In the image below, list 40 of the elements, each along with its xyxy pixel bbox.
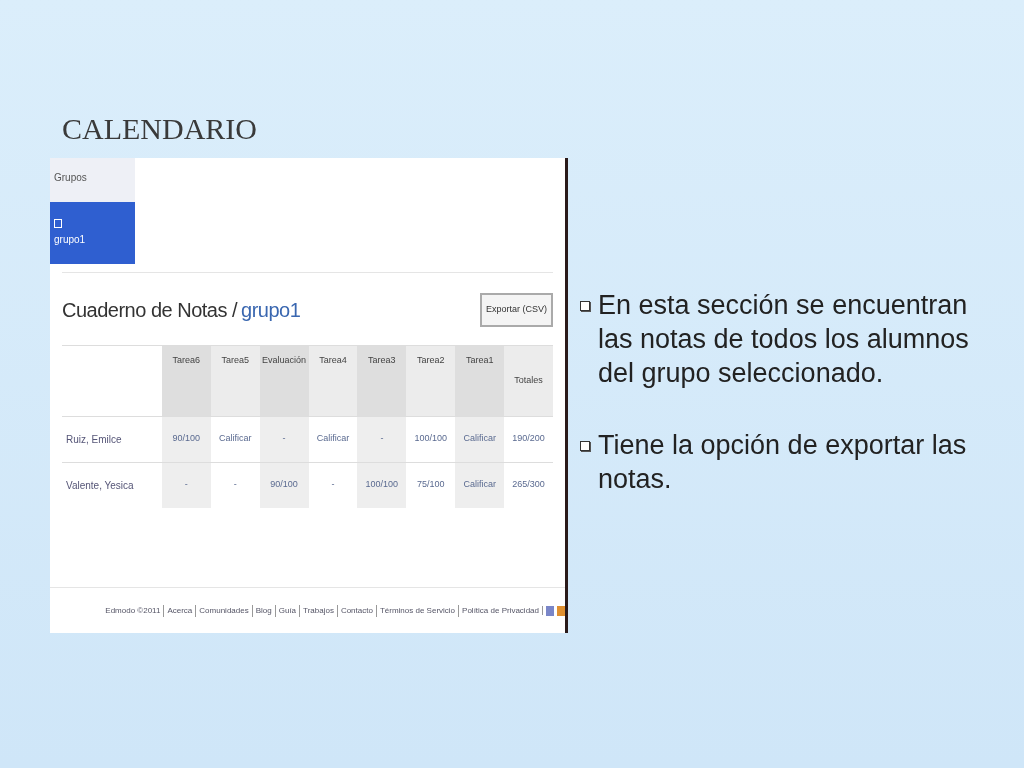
grade-cell: 100/100 (357, 462, 407, 508)
footer-link[interactable]: Blog (251, 604, 272, 617)
footer-link[interactable]: Política de Privacidad (458, 604, 539, 617)
grade-cell: - (161, 462, 211, 508)
grade-cell: - (259, 416, 309, 462)
footer-link[interactable]: Contacto (336, 604, 373, 617)
footer-link[interactable]: Trabajos (299, 604, 334, 617)
column-header: Tarea5 (210, 345, 260, 416)
grade-cell: 90/100 (161, 416, 211, 462)
footer-link[interactable]: Edmodo ©2011 (105, 604, 161, 617)
bullet-icon (580, 441, 590, 451)
sidebar-item[interactable]: grupo1 (50, 202, 135, 264)
footer-link[interactable]: Términos de Servicio (375, 604, 456, 617)
grade-cell: Calificar (455, 416, 505, 462)
group-link[interactable]: grupo1 (241, 294, 301, 325)
footer-link[interactable]: Guía (274, 604, 297, 617)
column-header: Tarea1 (455, 345, 505, 416)
page-title: Cuaderno de Notas / (62, 297, 238, 323)
student-name: Ruiz, Emilce (65, 432, 123, 447)
bullet-icon (580, 301, 590, 311)
column-header: Evaluación (259, 345, 309, 416)
column-header: Tarea3 (357, 345, 407, 416)
group-icon (54, 219, 62, 228)
footer-link[interactable]: Acerca (163, 604, 193, 617)
flag-icon[interactable] (546, 605, 554, 616)
sidebar-heading: Grupos (50, 158, 135, 202)
bullet-text: En esta sección se encuentran las notas de todos los alumnos del grupo seleccionado. (598, 289, 970, 390)
export-button[interactable]: Exportar (CSV) (480, 293, 553, 327)
column-header: Tarea2 (406, 345, 456, 416)
grade-cell: - (357, 416, 407, 462)
column-header: Tarea6 (161, 345, 211, 416)
column-header: Tarea4 (308, 345, 358, 416)
slide-title: CALENDARIO (62, 114, 257, 144)
student-name: Valente, Yesica (65, 478, 135, 493)
flag-icon[interactable] (557, 605, 565, 616)
footer-link[interactable]: Comunidades (195, 604, 249, 617)
bullet-text: Tiene la opción de exportar las notas. (598, 429, 968, 496)
grade-cell: Calificar (455, 462, 505, 508)
column-header: Totales (504, 345, 554, 416)
grade-cell: 90/100 (259, 462, 309, 508)
